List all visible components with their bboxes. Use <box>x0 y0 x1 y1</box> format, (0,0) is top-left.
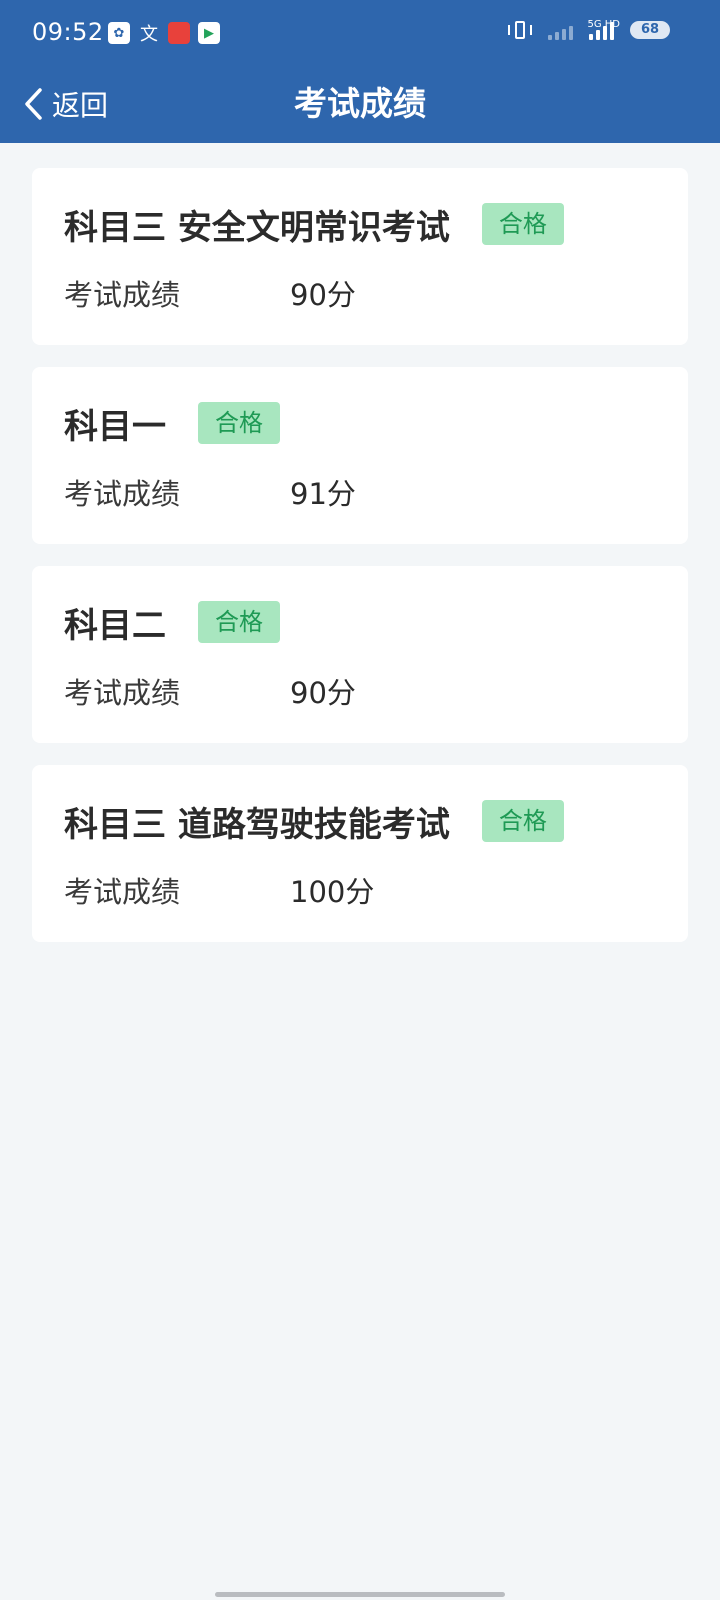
score-label: 考试成绩 <box>64 477 181 511</box>
score-value: 100分 <box>290 875 375 909</box>
score-row: 考试成绩 90分 <box>64 671 656 711</box>
score-row: 考试成绩 100分 <box>64 870 656 910</box>
status-bar: 09:52 ✿ 文 ▶ 68 5G HD <box>0 0 720 68</box>
home-indicator[interactable] <box>215 1592 505 1597</box>
status-badge: 合格 <box>481 800 564 842</box>
status-badge: 合格 <box>481 203 564 245</box>
status-time: 09:52 <box>32 18 104 46</box>
app-header: 09:52 ✿ 文 ▶ 68 5G HD 返回 考试成绩 <box>0 0 720 143</box>
result-card[interactable]: 科目二 合格 考试成绩 90分 <box>32 566 688 743</box>
vibrate-icon <box>508 18 532 42</box>
baidu-icon: ✿ <box>108 22 130 44</box>
score-label: 考试成绩 <box>64 676 181 710</box>
score-value: 91分 <box>290 477 356 511</box>
status-badge: 合格 <box>198 601 280 643</box>
card-header: 科目一 合格 <box>64 401 656 447</box>
signal-sim1-icon <box>548 20 573 40</box>
result-card[interactable]: 科目三 安全文明常识考试 合格 考试成绩 90分 <box>32 168 688 345</box>
page-title: 考试成绩 <box>294 84 426 123</box>
score-label: 考试成绩 <box>64 278 181 312</box>
translate-icon: 文 <box>140 24 158 45</box>
result-card[interactable]: 科目一 合格 考试成绩 91分 <box>32 367 688 544</box>
nav-bar: 返回 考试成绩 <box>0 68 720 143</box>
score-value: 90分 <box>290 676 356 710</box>
result-card[interactable]: 科目三 道路驾驶技能考试 合格 考试成绩 100分 <box>32 765 688 942</box>
status-badge: 合格 <box>198 402 280 444</box>
card-header: 科目二 合格 <box>64 600 656 646</box>
red-app-icon <box>168 22 190 44</box>
network-type-label: 5G HD <box>587 19 620 30</box>
subject-name: 科目一 <box>64 406 166 447</box>
score-row: 考试成绩 91分 <box>64 472 656 512</box>
score-value: 90分 <box>290 278 356 312</box>
card-header: 科目三 安全文明常识考试 合格 <box>64 202 656 248</box>
card-header: 科目三 道路驾驶技能考试 合格 <box>64 799 656 845</box>
subject-name: 科目三 安全文明常识考试 <box>64 207 450 248</box>
subject-name: 科目三 道路驾驶技能考试 <box>64 804 450 845</box>
notification-icons: ✿ 文 ▶ <box>108 22 220 45</box>
video-app-icon: ▶ <box>198 22 220 44</box>
subject-name: 科目二 <box>64 605 166 646</box>
score-label: 考试成绩 <box>64 875 181 909</box>
score-row: 考试成绩 90分 <box>64 273 656 313</box>
battery-indicator: 68 <box>630 21 670 39</box>
results-list: 科目三 安全文明常识考试 合格 考试成绩 90分 科目一 合格 考试成绩 91分… <box>32 168 688 964</box>
